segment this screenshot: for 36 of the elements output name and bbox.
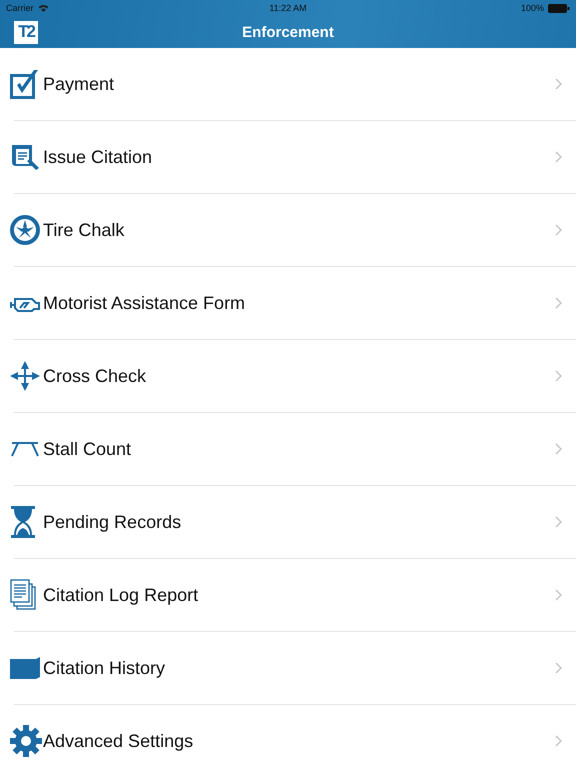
- wifi-icon: [38, 4, 49, 12]
- folder-icon: [10, 657, 40, 679]
- chevron-icon: [555, 443, 562, 455]
- menu-item[interactable]: Pending Records: [14, 486, 576, 559]
- chevron-icon: [555, 662, 562, 674]
- checkbox-icon: [10, 69, 40, 99]
- menu-item[interactable]: Payment: [14, 48, 576, 121]
- battery-percent: 100%: [520, 3, 544, 13]
- chevron-icon: [555, 297, 562, 309]
- chevron-icon: [555, 151, 562, 163]
- menu-item[interactable]: Cross Check: [14, 340, 576, 413]
- menu-item[interactable]: Citation Log Report: [14, 559, 576, 632]
- menu-item[interactable]: Stall Count: [14, 413, 576, 486]
- menu-item[interactable]: Issue Citation: [14, 121, 576, 194]
- carrier-label: Carrier: [6, 3, 34, 13]
- menu-item[interactable]: Advanced Settings: [14, 705, 576, 768]
- chevron-icon: [555, 735, 562, 747]
- chevron-icon: [555, 224, 562, 236]
- menu-item[interactable]: Motorist Assistance Form: [14, 267, 576, 340]
- menu-item[interactable]: Tire Chalk: [14, 194, 576, 267]
- chevron-icon: [555, 370, 562, 382]
- stall-lines-icon: [10, 441, 40, 457]
- menu-item[interactable]: Citation History: [14, 632, 576, 705]
- chevron-icon: [555, 78, 562, 90]
- documents-icon: [10, 579, 38, 611]
- chevron-icon: [555, 516, 562, 528]
- chevron-icon: [555, 589, 562, 601]
- hourglass-icon: [10, 506, 36, 538]
- battery-icon: [548, 4, 570, 12]
- logo: T2: [14, 20, 38, 44]
- document-pen-icon: [10, 142, 40, 172]
- clock-time: 11:22 AM: [269, 3, 307, 13]
- four-way-arrows-icon: [10, 361, 40, 391]
- page-title: Enforcement: [242, 24, 334, 40]
- tire-icon: [10, 215, 40, 245]
- settings-icon: [10, 725, 42, 757]
